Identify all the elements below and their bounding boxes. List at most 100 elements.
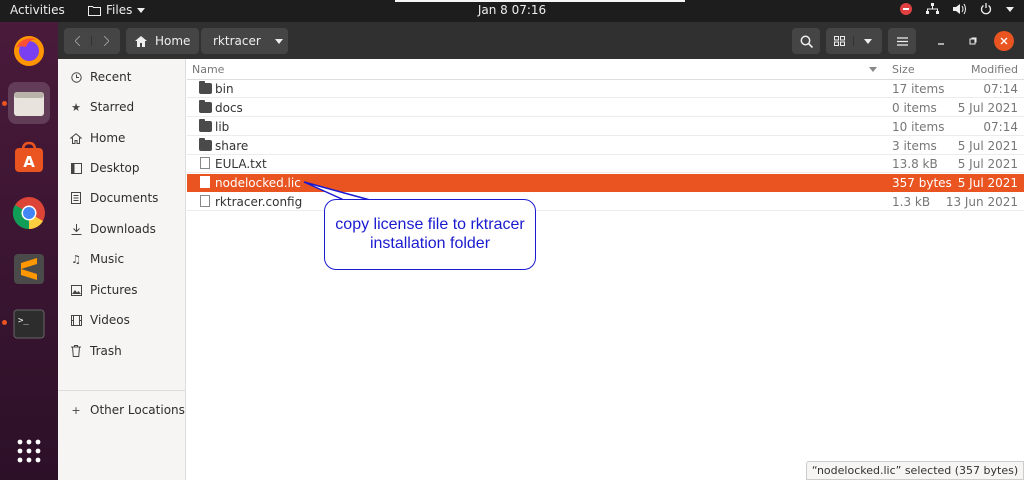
- table-row[interactable]: share 3 items 5 Jul 2021: [187, 137, 1024, 155]
- file-size: 17 items: [892, 82, 945, 96]
- file-size: 13.8 kB: [892, 157, 938, 171]
- sidebar-item-label: Recent: [90, 70, 132, 84]
- file-modified: 5 Jul 2021: [957, 157, 1018, 171]
- sidebar-item-label: Desktop: [90, 161, 140, 175]
- volume-icon[interactable]: [953, 3, 966, 15]
- sidebar-item-label: Starred: [90, 100, 135, 114]
- sidebar-item-trash[interactable]: Trash: [58, 338, 186, 364]
- file-modified: 5 Jul 2021: [957, 139, 1018, 153]
- path-home-button[interactable]: Home: [126, 28, 199, 54]
- caret-down-icon[interactable]: [1006, 6, 1014, 12]
- status-floating-bar: “nodelocked.lic” selected (357 bytes): [806, 461, 1024, 480]
- path-current-button[interactable]: rktracer: [201, 28, 288, 54]
- forward-button[interactable]: [92, 36, 120, 46]
- svg-text:A: A: [23, 153, 35, 171]
- sidebar-item-label: Downloads: [90, 222, 156, 236]
- callout-line-2: installation folder: [369, 235, 491, 252]
- running-indicator: [2, 101, 7, 106]
- files-icon[interactable]: [8, 82, 50, 124]
- sidebar-item-desktop[interactable]: Desktop: [58, 155, 186, 181]
- sort-descending-icon[interactable]: [869, 67, 877, 72]
- terminal-icon[interactable]: >_: [8, 303, 50, 345]
- sidebar-item-downloads[interactable]: Downloads: [58, 216, 186, 242]
- sidebar-item-label: Home: [90, 131, 126, 145]
- table-row[interactable]: EULA.txt 13.8 kB 5 Jul 2021: [187, 155, 1024, 173]
- desktop-icon: [70, 162, 82, 174]
- clock[interactable]: Jan 8 07:16: [0, 3, 1024, 17]
- sidebar-item-label: Trash: [90, 344, 122, 358]
- grid-view-button[interactable]: [826, 36, 854, 46]
- table-row[interactable]: docs 0 items 5 Jul 2021: [187, 99, 1024, 117]
- system-tray[interactable]: [900, 3, 1014, 15]
- power-icon[interactable]: [980, 3, 992, 15]
- file-size: 357 bytes: [892, 176, 952, 190]
- sidebar-item-videos[interactable]: Videos: [58, 307, 186, 333]
- places-sidebar: Recent ★ Starred Home Desktop Documents …: [58, 59, 186, 480]
- history-buttons: [64, 28, 120, 54]
- text-file-icon: [200, 157, 210, 169]
- file-size: 1.3 kB: [892, 195, 931, 209]
- sidebar-item-label: Pictures: [90, 283, 138, 297]
- plus-icon: +: [71, 403, 81, 417]
- column-header-modified[interactable]: Modified: [958, 59, 1018, 79]
- minimize-button[interactable]: [930, 28, 952, 54]
- restore-icon: [969, 37, 977, 45]
- column-header-label: Modified: [971, 62, 1018, 76]
- table-row[interactable]: lib 10 items 07:14: [187, 118, 1024, 136]
- sidebar-item-pictures[interactable]: Pictures: [58, 277, 186, 303]
- top-progress-line: [395, 0, 685, 2]
- file-size: 0 items: [892, 101, 937, 115]
- sidebar-item-music[interactable]: ♫ Music: [58, 246, 186, 272]
- file-size: 10 items: [892, 120, 945, 134]
- chevron-right-icon: [103, 36, 109, 46]
- file-name: share: [215, 139, 249, 153]
- column-header-size[interactable]: Size: [892, 59, 962, 79]
- sidebar-item-recent[interactable]: Recent: [58, 64, 186, 90]
- view-buttons: [826, 28, 882, 54]
- chevron-left-icon: [74, 36, 80, 46]
- maximize-button[interactable]: [962, 28, 984, 54]
- stop-icon[interactable]: [900, 3, 912, 15]
- download-icon: [70, 223, 82, 235]
- back-button[interactable]: [64, 36, 92, 46]
- table-row[interactable]: bin 17 items 07:14: [187, 80, 1024, 98]
- minimize-icon: [938, 43, 944, 45]
- clock-icon: [70, 71, 82, 83]
- column-header-label: Name: [192, 62, 225, 76]
- column-header-label: Size: [892, 62, 915, 76]
- path-current-label: rktracer: [213, 34, 261, 48]
- file-modified: 07:14: [983, 82, 1018, 96]
- sidebar-separator: [58, 390, 186, 391]
- music-icon: ♫: [71, 252, 81, 266]
- sidebar-item-starred[interactable]: ★ Starred: [58, 94, 186, 120]
- sidebar-item-label: Videos: [90, 313, 130, 327]
- file-modified: 07:14: [983, 120, 1018, 134]
- star-icon: ★: [71, 100, 81, 114]
- view-options-button[interactable]: [854, 38, 882, 44]
- header-bar: Home rktracer: [58, 22, 1024, 59]
- file-name: EULA.txt: [215, 157, 267, 171]
- sidebar-item-documents[interactable]: Documents: [58, 185, 186, 211]
- document-icon: [70, 192, 82, 204]
- caret-down-icon: [274, 38, 283, 44]
- menu-button[interactable]: [888, 28, 916, 54]
- column-header-name[interactable]: Name: [192, 59, 892, 79]
- file-list: Name Size Modified bin 17 items 07:14 do…: [187, 59, 1024, 480]
- video-icon: [70, 314, 82, 326]
- chrome-icon[interactable]: [8, 192, 50, 234]
- close-button[interactable]: [994, 31, 1014, 51]
- svg-text:>_: >_: [18, 316, 29, 326]
- ubuntu-software-icon[interactable]: A: [8, 136, 50, 178]
- close-icon: [1000, 37, 1008, 45]
- sidebar-item-other-locations[interactable]: + Other Locations: [58, 397, 186, 423]
- dock: A >_: [0, 22, 58, 480]
- sidebar-item-home[interactable]: Home: [58, 125, 186, 151]
- files-window: Home rktracer Recent ★ Starred Home Desk…: [58, 22, 1024, 480]
- search-button[interactable]: [792, 28, 820, 54]
- file-name: rktracer.config: [215, 195, 303, 209]
- firefox-icon[interactable]: [8, 30, 50, 72]
- network-icon[interactable]: [926, 3, 939, 15]
- folder-icon: [199, 81, 212, 94]
- show-apps-icon[interactable]: [8, 430, 50, 472]
- sublime-text-icon[interactable]: [8, 248, 50, 290]
